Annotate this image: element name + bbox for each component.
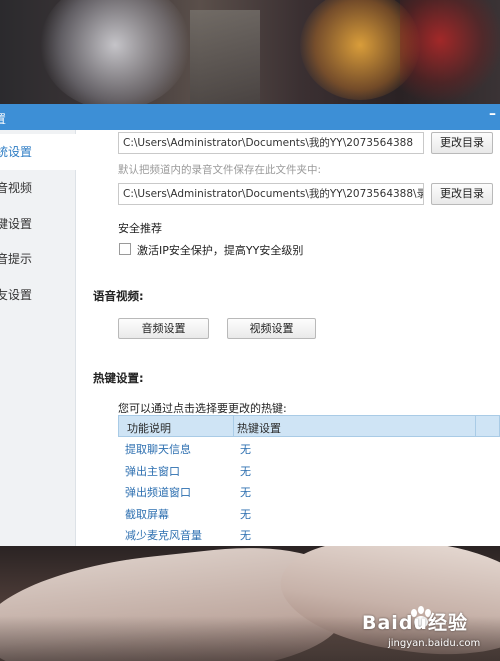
change-recording-directory-button[interactable]: 更改目录 xyxy=(431,183,493,205)
title-bar: 置 – xyxy=(0,104,500,130)
sidebar-item-sound-alerts[interactable]: 音提示 xyxy=(0,241,76,277)
audio-video-heading: 语音视频: xyxy=(93,289,144,303)
recording-path-input[interactable]: C:\Users\Administrator\Documents\我的YY\20… xyxy=(118,183,424,205)
security-heading: 安全推荐 xyxy=(118,222,162,235)
video-settings-button[interactable]: 视频设置 xyxy=(227,318,316,339)
hotkey-function: 减少麦克风音量 xyxy=(125,529,202,542)
table-row[interactable]: 截取屏幕 无 xyxy=(118,502,500,524)
hotkey-function: 提取聊天信息 xyxy=(125,443,191,456)
sidebar-item-hotkeys[interactable]: 键设置 xyxy=(0,206,76,242)
settings-content: C:\Users\Administrator\Documents\我的YY\20… xyxy=(77,130,500,546)
table-header: 功能说明 热键设置 xyxy=(118,415,500,437)
sidebar-item-friends[interactable]: 友设置 xyxy=(0,277,76,313)
hotkey-value: 无 xyxy=(240,486,251,499)
hotkey-function: 截取屏幕 xyxy=(125,507,169,521)
sidebar-item-system[interactable]: 统设置 xyxy=(0,134,76,170)
table-row[interactable]: 弹出主窗口 无 xyxy=(118,459,500,481)
baidu-watermark: Baidu经验 jingyan.baidu.com xyxy=(362,604,496,654)
settings-window: 置 – 统设置 音视频 键设置 音提示 友设置 C:\Users\Adminis… xyxy=(0,104,500,546)
hotkeys-instruction: 您可以通过点击选择要更改的热键: xyxy=(118,402,287,415)
hotkeys-heading: 热键设置: xyxy=(93,371,144,385)
sidebar-item-audio-video[interactable]: 音视频 xyxy=(0,170,76,206)
hotkey-value: 无 xyxy=(240,507,251,521)
hotkey-value: 无 xyxy=(240,464,251,478)
sidebar-item-label: 音视频 xyxy=(0,181,33,195)
sidebar-item-label: 音提示 xyxy=(0,252,33,266)
save-path-input[interactable]: C:\Users\Administrator\Documents\我的YY\20… xyxy=(118,132,424,154)
table-row[interactable]: 弹出频道窗口 无 xyxy=(118,480,500,502)
hotkey-value: 无 xyxy=(240,443,251,456)
background-photo-top xyxy=(0,0,500,104)
recording-path-hint: 默认把频道内的录音文件保存在此文件夹中: xyxy=(118,164,322,176)
minimize-button[interactable]: – xyxy=(489,106,496,122)
sidebar-item-label: 键设置 xyxy=(0,217,33,231)
hotkey-function: 弹出主窗口 xyxy=(125,464,180,478)
window-title: 置 xyxy=(0,112,7,126)
sidebar-item-label: 友设置 xyxy=(0,288,33,302)
change-directory-button[interactable]: 更改目录 xyxy=(431,132,493,154)
table-row[interactable]: 提取聊天信息 无 xyxy=(118,437,500,459)
table-row[interactable]: 减少麦克风音量 无 xyxy=(118,523,500,545)
watermark-url: jingyan.baidu.com xyxy=(388,638,481,649)
ip-protection-checkbox[interactable] xyxy=(119,243,131,255)
ip-protection-label: 激活IP安全保护，提高YY安全级别 xyxy=(137,244,304,257)
hotkey-function: 弹出频道窗口 xyxy=(125,486,191,499)
column-header-function: 功能说明 xyxy=(127,422,171,435)
hotkey-value: 无 xyxy=(240,529,251,542)
column-header-hotkey: 热键设置 xyxy=(237,422,281,435)
settings-sidebar: 统设置 音视频 键设置 音提示 友设置 xyxy=(0,130,76,546)
hotkeys-table: 功能说明 热键设置 提取聊天信息 无 弹出主窗口 无 弹出频道窗口 无 截取屏幕… xyxy=(118,415,500,545)
watermark-logo-text: Baidu经验 xyxy=(362,612,468,634)
sidebar-item-label: 统设置 xyxy=(0,145,33,159)
audio-settings-button[interactable]: 音频设置 xyxy=(118,318,209,339)
